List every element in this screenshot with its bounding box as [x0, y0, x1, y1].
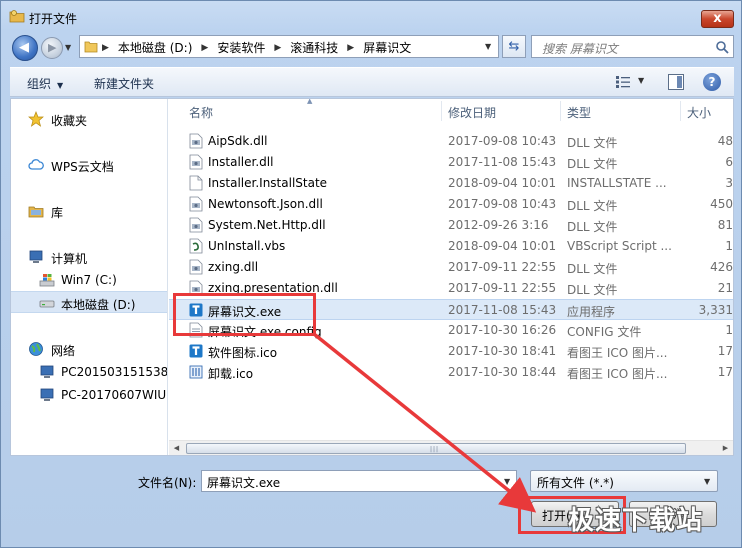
arrow-line: [312, 332, 537, 513]
annotation-arrow: [312, 332, 537, 513]
watermark-text: 极速下载站: [568, 506, 704, 536]
